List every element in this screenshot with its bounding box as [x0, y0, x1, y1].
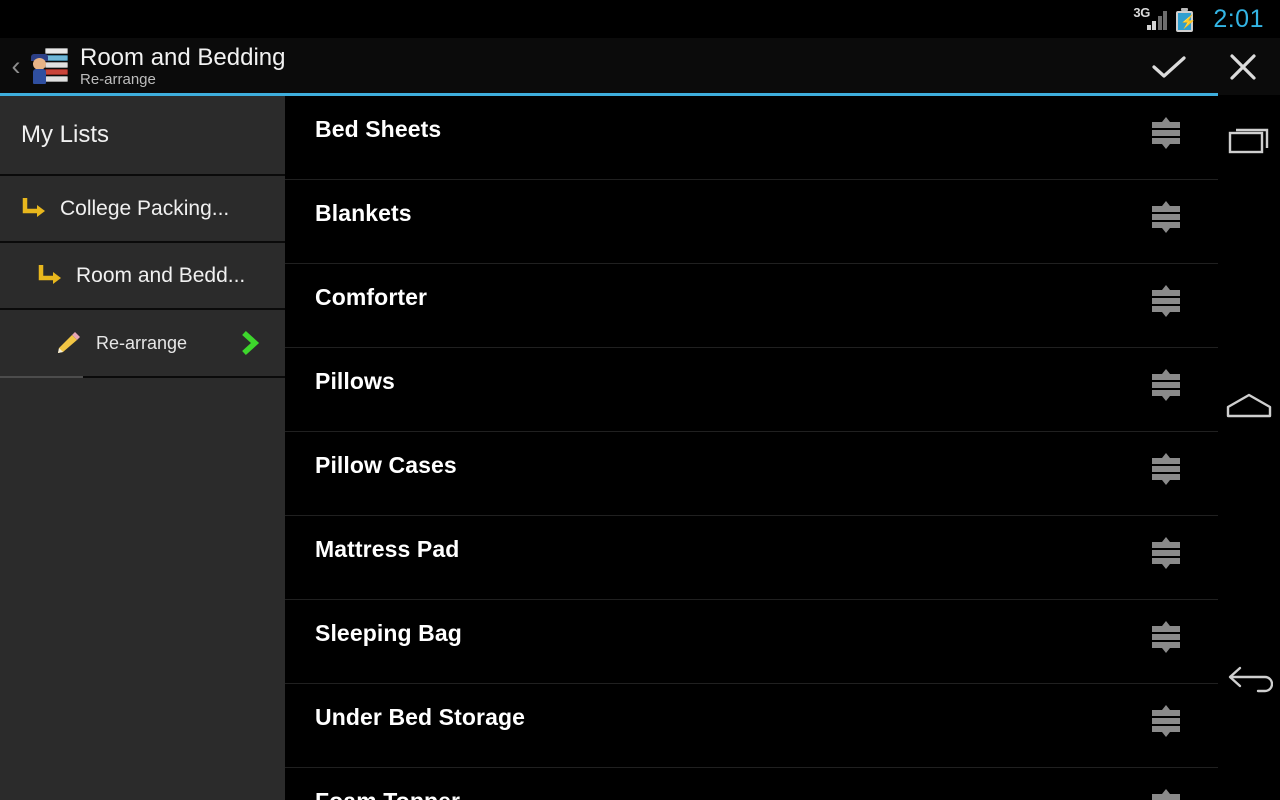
back-arrow-icon	[1228, 666, 1273, 693]
drag-handle[interactable]	[1142, 702, 1190, 740]
signal-strength-bars	[1146, 11, 1168, 30]
back-button[interactable]	[1218, 648, 1280, 710]
drag-handle-icon	[1152, 368, 1180, 401]
list-item-label: Pillow Cases	[315, 452, 457, 478]
drag-handle[interactable]	[1142, 618, 1190, 656]
drag-handle-icon	[1152, 200, 1180, 233]
list-item[interactable]: Comforter	[285, 264, 1218, 348]
drag-handle-icon	[1152, 452, 1180, 485]
list-item-label: Pillows	[315, 368, 395, 394]
sidebar-active-indicator	[0, 376, 83, 378]
pencil-icon	[58, 332, 80, 353]
sidebar-item-label: Re-arrange	[96, 332, 188, 353]
status-bar: 3G ⚡ 2:01	[0, 0, 1280, 38]
list-item-label: Bed Sheets	[315, 116, 442, 142]
chevron-right-icon	[242, 330, 260, 356]
arrow-branch-icon	[38, 264, 61, 284]
battery-charging-icon: ⚡	[1176, 8, 1197, 32]
close-icon	[1230, 53, 1256, 80]
drag-handle[interactable]	[1142, 282, 1190, 320]
sidebar-header: My Lists	[0, 96, 285, 176]
back-chevron-icon[interactable]: ‹	[4, 53, 28, 80]
home-icon	[1226, 393, 1272, 418]
arrow-branch-icon	[22, 197, 45, 217]
drag-handle[interactable]	[1142, 786, 1190, 800]
sidebar-item-label: College Packing...	[60, 196, 230, 220]
student-books-app-icon	[29, 46, 69, 88]
page-title: Room and Bedding	[80, 44, 286, 71]
list-item[interactable]: Sleeping Bag	[285, 600, 1218, 684]
drag-handle[interactable]	[1142, 366, 1190, 404]
list-item[interactable]: Under Bed Storage	[285, 684, 1218, 768]
page-subtitle: Re-arrange	[80, 71, 156, 88]
drag-handle[interactable]	[1142, 450, 1190, 488]
list-item[interactable]: Mattress Pad	[285, 516, 1218, 600]
cancel-button[interactable]	[1206, 38, 1280, 95]
screen-root: 3G ⚡ 2:01 ‹ Room and Bedding Re-arrange …	[0, 0, 1280, 800]
rearrange-list: Bed Sheets Blankets Comforter Pillows Pillow…	[285, 96, 1218, 800]
drag-handle[interactable]	[1142, 114, 1190, 152]
status-icons: 3G ⚡ 2:01	[1133, 5, 1264, 33]
drag-handle-icon	[1152, 116, 1180, 149]
sidebar-item-room-and-bedding[interactable]: Room and Bedd...	[0, 243, 285, 310]
list-item[interactable]: Foam Topper	[285, 768, 1218, 800]
drag-handle-icon	[1152, 788, 1180, 800]
list-item[interactable]: Blankets	[285, 180, 1218, 264]
list-item-label: Foam Topper	[315, 788, 460, 800]
list-item[interactable]: Pillows	[285, 348, 1218, 432]
action-bar: ‹ Room and Bedding Re-arrange	[0, 38, 1280, 95]
drag-handle[interactable]	[1142, 198, 1190, 236]
home-button[interactable]	[1218, 376, 1280, 438]
confirm-button[interactable]	[1132, 38, 1206, 95]
drag-handle[interactable]	[1142, 534, 1190, 572]
sidebar-item-college-packing[interactable]: College Packing...	[0, 176, 285, 243]
status-clock: 2:01	[1213, 5, 1264, 33]
list-item-label: Blankets	[315, 200, 412, 226]
list-item[interactable]: Pillow Cases	[285, 432, 1218, 516]
list-item[interactable]: Bed Sheets	[285, 96, 1218, 180]
recent-apps-icon	[1228, 128, 1269, 154]
check-icon	[1152, 55, 1186, 78]
sidebar-header-label: My Lists	[21, 121, 110, 148]
drag-handle-icon	[1152, 536, 1180, 569]
list-item-label: Mattress Pad	[315, 536, 460, 562]
drag-handle-icon	[1152, 620, 1180, 653]
list-item-label: Comforter	[315, 284, 428, 310]
list-item-label: Under Bed Storage	[315, 704, 526, 730]
list-item-label: Sleeping Bag	[315, 620, 462, 646]
signal-bars-icon: 3G	[1133, 5, 1168, 32]
action-bar-titles: Room and Bedding Re-arrange	[80, 44, 285, 89]
sidebar: My Lists College Packing... Room and Bed…	[0, 96, 285, 800]
recent-apps-button[interactable]	[1218, 112, 1280, 174]
sidebar-item-re-arrange[interactable]: Re-arrange	[0, 310, 285, 378]
drag-handle-icon	[1152, 284, 1180, 317]
sidebar-item-label: Room and Bedd...	[76, 263, 246, 287]
drag-handle-icon	[1152, 704, 1180, 737]
system-nav-bar	[1218, 96, 1280, 800]
